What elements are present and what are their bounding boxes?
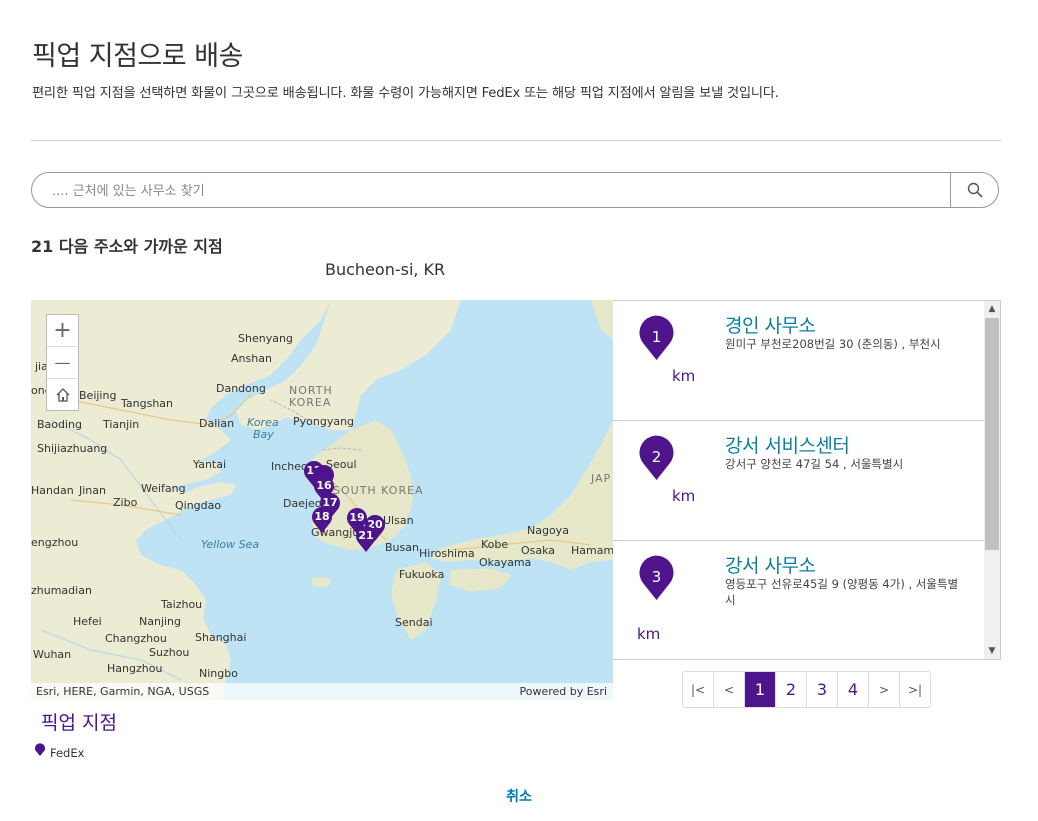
map-label: Ningbo xyxy=(199,667,238,680)
location-name[interactable]: 강서 사무소 xyxy=(725,551,816,578)
map-label: Qingdao xyxy=(175,499,222,512)
next-page-button[interactable]: > xyxy=(869,672,900,707)
location-address: 강서구 양천로 47길 54 , 서울특별시 xyxy=(725,457,904,471)
scroll-up-icon[interactable]: ▲ xyxy=(984,301,1000,317)
map-pin[interactable]: 21 xyxy=(355,525,377,553)
scroll-down-icon[interactable]: ▼ xyxy=(984,643,1000,659)
page-button-1[interactable]: 1 xyxy=(745,672,776,707)
map-label: Beijing xyxy=(79,389,117,402)
map-label: Yantai xyxy=(193,458,227,471)
cancel-button[interactable]: 취소 xyxy=(0,786,1038,806)
map-label: Kobe xyxy=(481,538,509,551)
map-label: Yellow Sea xyxy=(201,538,260,551)
map-label: Hamama xyxy=(571,544,613,557)
location-number: 1 xyxy=(651,328,662,346)
map-zoom-control: + — xyxy=(46,314,79,411)
page-button-2[interactable]: 2 xyxy=(776,672,807,707)
map-label: Anshan xyxy=(231,352,272,365)
map-label: JAP xyxy=(591,472,612,485)
location-number: 2 xyxy=(651,448,662,466)
attribution-powered[interactable]: Powered by Esri xyxy=(519,685,607,698)
map-label: Sendai xyxy=(395,616,433,629)
map-label: Tianjin xyxy=(103,418,140,431)
legend-item: FedEx xyxy=(34,742,84,760)
map-label: Weifang xyxy=(141,482,186,495)
page-subtitle: 편리한 픽업 지점을 선택하면 화물이 그곳으로 배송됩니다. 화물 수령이 가… xyxy=(32,86,779,101)
prev-page-button[interactable]: < xyxy=(714,672,745,707)
scrollbar-thumb[interactable] xyxy=(985,318,999,550)
attribution-sources: Esri, HERE, Garmin, NGA, USGS xyxy=(36,685,210,698)
page-title: 픽업 지점으로 배송 xyxy=(32,41,243,72)
map-label: zhumadian xyxy=(31,584,92,597)
location-distance: km xyxy=(637,625,661,643)
first-page-button[interactable]: |< xyxy=(683,672,714,707)
map-label: Shenyang xyxy=(238,332,293,345)
map-label: Fukuoka xyxy=(399,568,445,581)
map-label: Dalian xyxy=(199,417,235,430)
map-label: Dandong xyxy=(216,382,266,395)
map-label: Hiroshima xyxy=(419,547,475,560)
last-page-button[interactable]: >| xyxy=(900,672,930,707)
map-label: Suzhou xyxy=(149,646,190,659)
zoom-in-button[interactable]: + xyxy=(47,315,78,347)
map-label: Handan xyxy=(31,484,74,497)
location-item[interactable]: 2 강서 서비스센터 강서구 양천로 47길 54 , 서울특별시 km xyxy=(613,421,985,541)
page-button-4[interactable]: 4 xyxy=(838,672,869,707)
location-distance: km xyxy=(672,367,696,385)
map-label: engzhou xyxy=(31,536,79,549)
map-label: Busan xyxy=(385,541,419,554)
location-address: 영등포구 선유로45길 9 (양평동 4가) , 서울특별시 xyxy=(725,577,959,607)
location-address: 원미구 부천로208번길 30 (춘의동) , 부천시 xyxy=(725,337,941,351)
map-label: Nagoya xyxy=(527,524,569,537)
search-bar xyxy=(31,172,999,208)
legend-label: FedEx xyxy=(50,746,85,760)
location-list[interactable]: 1 경인 사무소 원미구 부천로208번길 30 (춘의동) , 부천시 km … xyxy=(613,300,1001,660)
map-label: Taizhou xyxy=(161,598,203,611)
map-label: Baoding xyxy=(37,418,83,431)
map-view[interactable]: Shenyang Anshan jiakou ong Dandong NORTH… xyxy=(31,300,613,700)
map-label: KOREA xyxy=(289,396,332,409)
map-label: Shijiazhuang xyxy=(37,442,108,455)
pagination: |< < 1 2 3 4 > >| xyxy=(682,671,931,708)
legend-title: 픽업 지점 xyxy=(41,712,117,734)
map-label: SOUTH KOREA xyxy=(333,484,424,497)
home-button[interactable] xyxy=(47,379,78,410)
zoom-out-button[interactable]: — xyxy=(47,347,78,379)
map-label: Wuhan xyxy=(33,648,72,661)
search-button[interactable] xyxy=(950,173,998,207)
map-label: Nanjing xyxy=(139,615,182,628)
list-scrollbar[interactable]: ▲ ▼ xyxy=(984,301,1000,659)
results-address: Bucheon-si, KR xyxy=(325,260,446,279)
divider xyxy=(31,140,1001,141)
map-attribution: Esri, HERE, Garmin, NGA, USGS Powered by… xyxy=(31,683,613,700)
fedex-pin-icon xyxy=(35,743,45,756)
location-number: 3 xyxy=(651,568,662,586)
location-distance: km xyxy=(672,487,696,505)
map-label: Zibo xyxy=(113,496,138,509)
map-label: Hangzhou xyxy=(107,662,163,675)
map-label: Changzhou xyxy=(105,632,167,645)
search-icon xyxy=(967,182,983,198)
location-item[interactable]: 1 경인 사무소 원미구 부천로208번길 30 (춘의동) , 부천시 km xyxy=(613,301,985,421)
map-label: Shanghai xyxy=(195,631,247,644)
map-label: Okayama xyxy=(479,556,532,569)
map-pin[interactable]: 18 xyxy=(311,506,333,534)
home-icon xyxy=(56,387,69,402)
map-label: Jinan xyxy=(79,484,106,497)
map-label: Bay xyxy=(253,428,274,441)
map-label: Ulsan xyxy=(383,514,414,527)
search-input[interactable] xyxy=(50,173,954,207)
location-name[interactable]: 경인 사무소 xyxy=(725,311,816,338)
location-item[interactable]: 3 강서 사무소 영등포구 선유로45길 9 (양평동 4가) , 서울특별시 … xyxy=(613,541,985,659)
page-button-3[interactable]: 3 xyxy=(807,672,838,707)
map-label: Tangshan xyxy=(121,397,174,410)
location-name[interactable]: 강서 서비스센터 xyxy=(725,431,850,458)
map-label: Hefei xyxy=(73,615,102,628)
results-heading: 21 다음 주소와 가까운 지점 xyxy=(31,237,223,256)
map-label: Pyongyang xyxy=(293,415,355,428)
